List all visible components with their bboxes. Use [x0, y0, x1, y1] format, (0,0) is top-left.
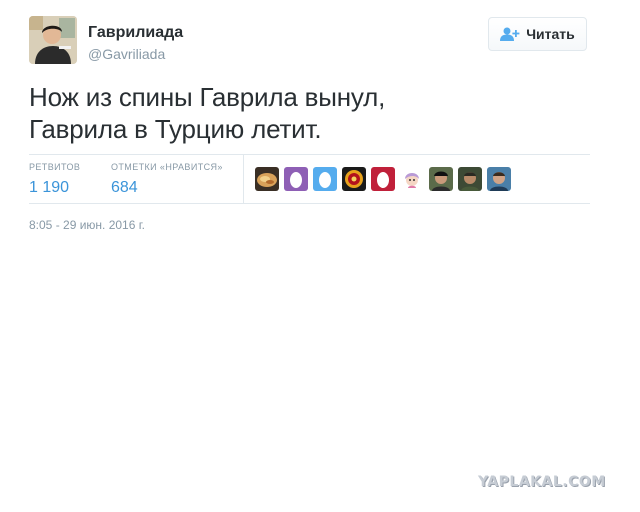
tweet-timestamp[interactable]: 8:05 - 29 июн. 2016 г.	[29, 218, 145, 232]
tweet-text: Нож из спины Гаврила вынул, Гаврила в Ту…	[29, 81, 619, 145]
follow-button-label: Читать	[526, 26, 575, 42]
retweets-count: 1 190	[29, 179, 70, 196]
retweets-stat[interactable]: РЕТВИТОВ 1 190	[29, 162, 80, 198]
cartoon-girl-avatar-icon[interactable]	[400, 167, 424, 191]
likes-label: ОТМЕТКИ «НРАВИТСЯ»	[111, 162, 223, 172]
author-display-name[interactable]: Гаврилиада	[88, 23, 183, 43]
tweet-text-line: Нож из спины Гаврила вынул,	[29, 82, 386, 112]
tweet-text-line: Гаврила в Турцию летит.	[29, 114, 322, 144]
tweet-stats: РЕТВИТОВ 1 190 ОТМЕТКИ «НРАВИТСЯ» 684	[29, 154, 590, 204]
default-egg-avatar-blue-icon[interactable]	[313, 167, 337, 191]
likes-stat[interactable]: ОТМЕТКИ «НРАВИТСЯ» 684	[111, 162, 223, 198]
default-egg-avatar-red-icon[interactable]	[371, 167, 395, 191]
default-egg-avatar-purple-icon[interactable]	[284, 167, 308, 191]
follow-button[interactable]: Читать	[488, 17, 587, 51]
author-handle[interactable]: @Gavriliada	[88, 45, 165, 63]
likes-count: 684	[111, 179, 138, 196]
person-photo-avatar-icon[interactable]	[458, 167, 482, 191]
person-photo-avatar-icon[interactable]	[487, 167, 511, 191]
stats-divider	[243, 155, 244, 203]
tweet-card: Гаврилиада @Gavriliada Читать Нож из спи…	[0, 0, 640, 512]
author-avatar[interactable]	[29, 16, 77, 64]
emblem-avatar-icon[interactable]	[342, 167, 366, 191]
follow-user-icon	[500, 27, 520, 41]
retweets-label: РЕТВИТОВ	[29, 162, 81, 172]
person-photo-avatar-icon[interactable]	[429, 167, 453, 191]
food-photo-avatar-icon[interactable]	[255, 167, 279, 191]
user-avatar-icon	[29, 16, 77, 64]
watermark: YAPLAKAL.COM	[478, 474, 606, 490]
